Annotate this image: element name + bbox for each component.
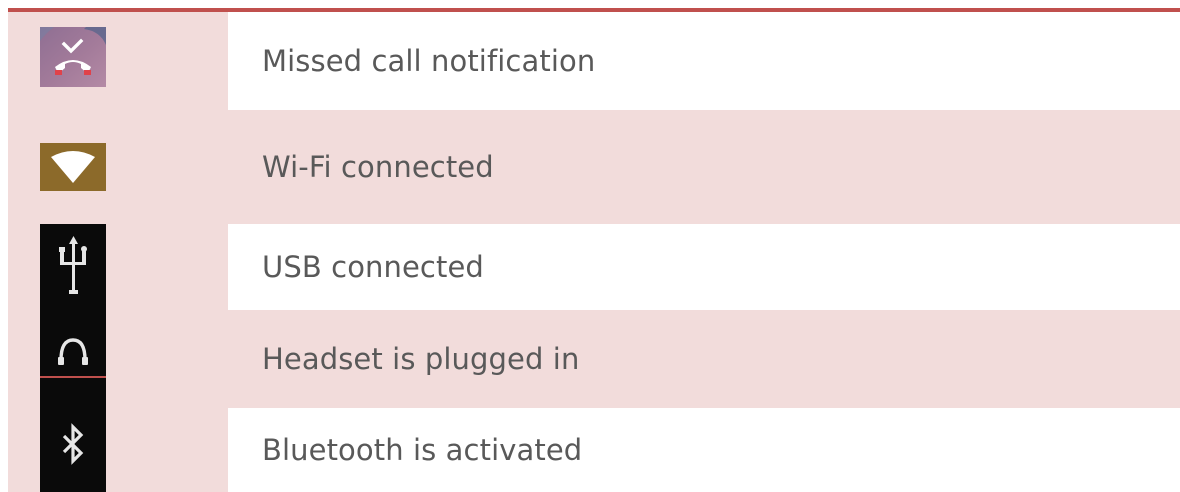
table-row: USB connected	[8, 224, 1180, 310]
table-row: Missed call notification	[8, 12, 1180, 110]
wifi-icon	[40, 143, 106, 191]
icon-cell	[8, 224, 228, 310]
row-label: Wi-Fi connected	[228, 110, 1180, 224]
icon-cell	[8, 310, 228, 408]
row-label: Missed call notification	[228, 12, 1180, 110]
icon-cell	[8, 110, 228, 224]
row-label: USB connected	[228, 224, 1180, 310]
icon-cell	[8, 408, 228, 492]
usb-icon	[40, 224, 106, 310]
status-icon-table: Missed call notification Wi-Fi connected	[8, 12, 1180, 492]
table-row: Bluetooth is activated	[8, 408, 1180, 492]
row-label: Headset is plugged in	[228, 310, 1180, 408]
headset-icon	[40, 310, 106, 408]
row-label: Bluetooth is activated	[228, 408, 1180, 492]
table-row: Wi-Fi connected	[8, 110, 1180, 224]
missed-call-icon	[40, 27, 106, 87]
bluetooth-icon	[40, 408, 106, 492]
icon-cell	[8, 12, 228, 110]
table-row: Headset is plugged in	[8, 310, 1180, 408]
